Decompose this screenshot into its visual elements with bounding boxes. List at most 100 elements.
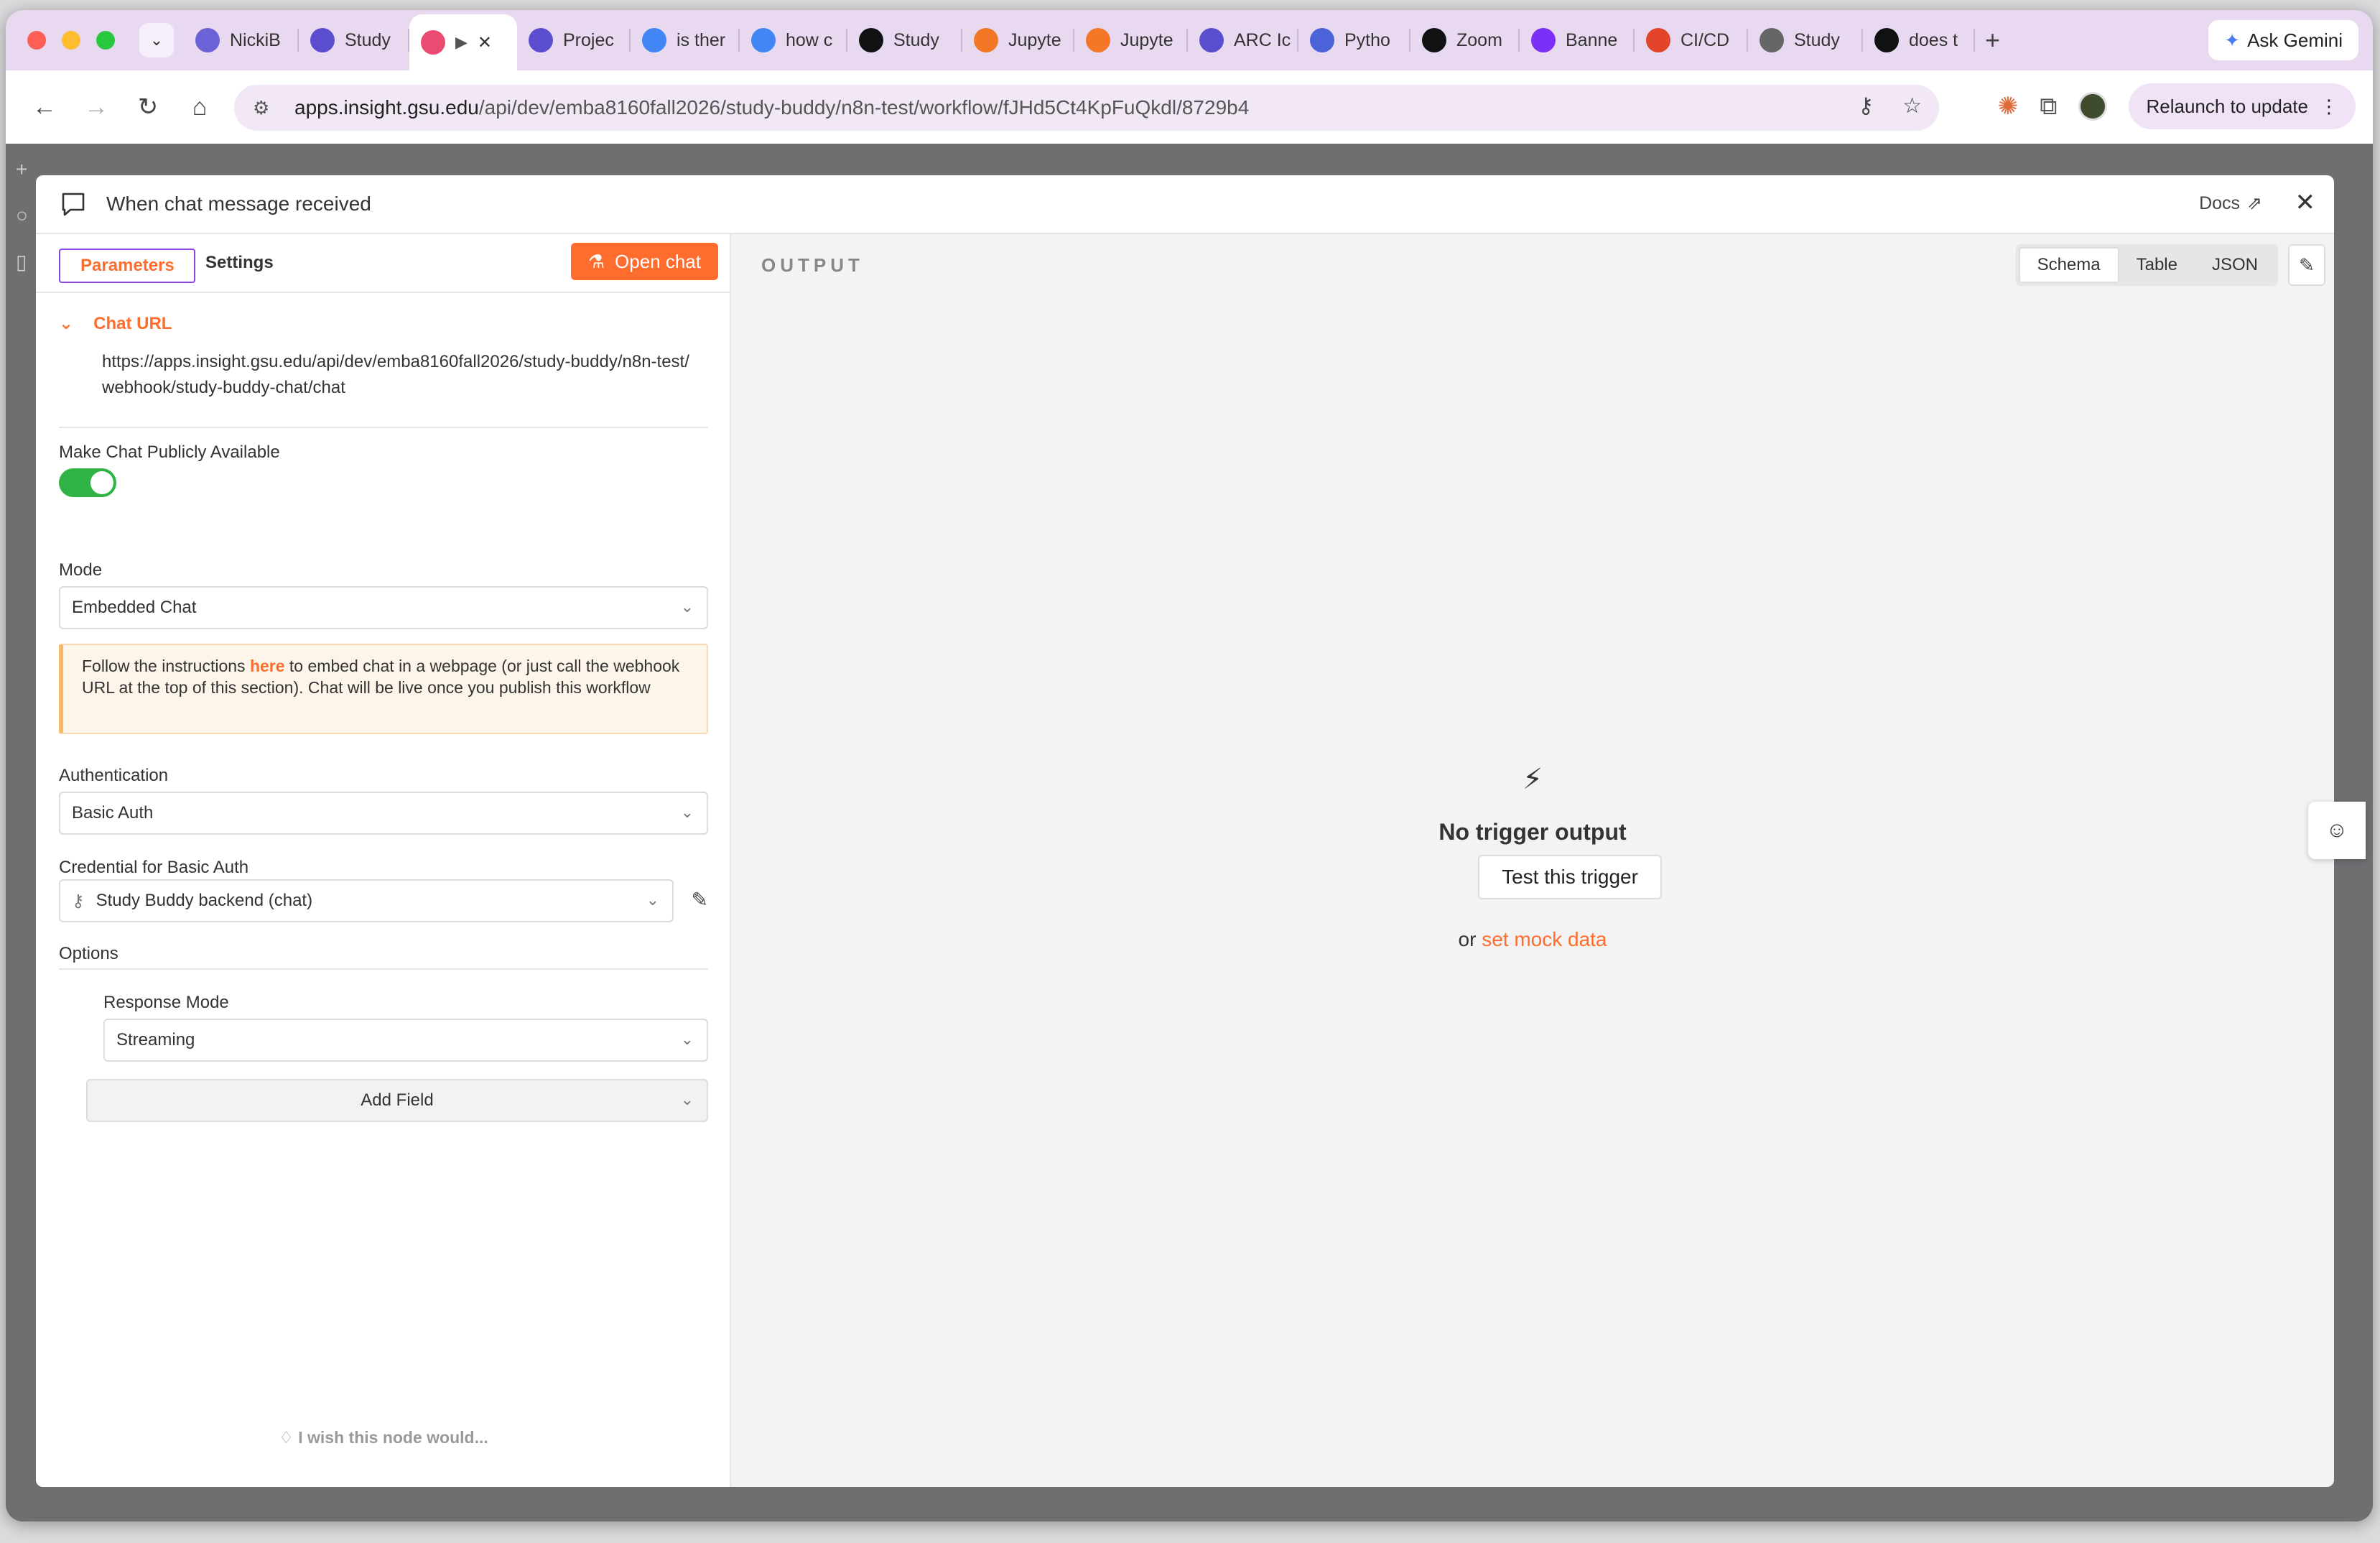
browser-tab[interactable]: Projec (517, 10, 631, 70)
wish-label: I wish this node would... (298, 1428, 488, 1447)
auth-select[interactable]: Basic Auth ⌄ (59, 792, 708, 835)
notice-box: Follow the instructions here to embed ch… (59, 644, 708, 734)
browser-toolbar: ← → ↻ ⌂ ⚙ apps.insight.gsu.edu/api/dev/e… (6, 70, 2373, 144)
browser-tab[interactable]: Jupyte (962, 10, 1074, 70)
extensions-puzzle-icon[interactable]: ⧉ (2040, 93, 2057, 121)
chat-url-value[interactable]: https://apps.insight.gsu.edu/api/dev/emb… (102, 349, 691, 401)
response-mode-wrap: Streaming ⌄ (103, 1019, 708, 1062)
mode-select[interactable]: Embedded Chat ⌄ (59, 586, 708, 629)
test-trigger-button[interactable]: Test this trigger (1478, 855, 1662, 899)
tab-search-button[interactable]: ⌄ (139, 23, 174, 57)
divider (59, 427, 708, 428)
close-window-button[interactable] (27, 31, 46, 50)
relaunch-button[interactable]: Relaunch to update ⋮ (2129, 83, 2356, 129)
browser-tab[interactable]: is ther (631, 10, 740, 70)
node-details-modal: When chat message received Docs ⇗ ✕ Para… (36, 175, 2334, 1487)
key-icon: ⚷ (72, 891, 85, 911)
minimize-window-button[interactable] (62, 31, 80, 50)
add-field-wrap: Add Field ⌄ (86, 1079, 735, 1122)
ask-gemini-label: Ask Gemini (2247, 29, 2343, 51)
divider (59, 968, 708, 970)
empty-title: No trigger output (1438, 819, 1627, 845)
browser-tab[interactable]: Banne (1520, 10, 1635, 70)
back-button[interactable]: ← (23, 85, 66, 129)
site-info-icon[interactable]: ⚙ (253, 97, 279, 119)
chevron-down-icon: ⌄ (59, 314, 74, 333)
chat-bubble-icon (62, 193, 85, 216)
view-table[interactable]: Table (2119, 247, 2195, 283)
view-json[interactable]: JSON (2195, 247, 2275, 283)
browser-tab[interactable]: Study (847, 10, 962, 70)
jupyter-favicon-icon (1086, 28, 1110, 52)
banner-favicon-icon (1531, 28, 1556, 52)
cred-value: Study Buddy backend (chat) (96, 891, 313, 910)
view-schema[interactable]: Schema (2018, 247, 2119, 283)
browser-tab[interactable]: ARC Ic (1188, 10, 1298, 70)
gsu-favicon-icon (310, 28, 335, 52)
set-mock-data-link[interactable]: set mock data (1482, 928, 1607, 950)
tab-bar: ⌄ NickiB Study ▶ ✕ Projec is ther how c Study Ju… (6, 10, 2373, 70)
bookmark-star-icon[interactable]: ☆ (1902, 93, 1922, 119)
tab-settings[interactable]: Settings (205, 253, 274, 273)
browser-tab[interactable]: NickiB (184, 10, 299, 70)
chevron-down-icon: ⌄ (680, 1030, 694, 1048)
forward-button[interactable]: → (75, 85, 118, 129)
chevron-down-icon: ⌄ (680, 803, 694, 821)
close-modal-button[interactable]: ✕ (2295, 188, 2316, 217)
credential-select[interactable]: ⚷ Study Buddy backend (chat) ⌄ (59, 879, 674, 922)
browser-tab[interactable]: Jupyte (1074, 10, 1188, 70)
address-bar[interactable]: ⚙ apps.insight.gsu.edu/api/dev/emba8160f… (234, 85, 1939, 131)
public-toggle[interactable] (59, 468, 116, 497)
feedback-link[interactable]: ♢ I wish this node would... (36, 1428, 731, 1447)
browser-tab[interactable]: ▶ ✕ (409, 14, 517, 70)
profile-avatar[interactable] (2078, 92, 2108, 121)
response-mode-value: Streaming (116, 1030, 195, 1049)
gsu-favicon-icon (1199, 28, 1224, 52)
embed-notice: Follow the instructions here to embed ch… (59, 644, 708, 734)
new-tab-button[interactable]: + (1985, 25, 2000, 55)
password-key-icon[interactable]: ⚷ (1858, 93, 1874, 119)
close-tab-icon[interactable]: ✕ (478, 32, 492, 53)
gemini-icon: ✦ (2224, 29, 2241, 51)
zoom-window-button[interactable] (96, 31, 115, 50)
more-menu-icon[interactable]: ⋮ (2320, 96, 2338, 118)
gsu-favicon-icon (529, 28, 553, 52)
browser-tab[interactable]: Zoom (1410, 10, 1520, 70)
open-chat-button[interactable]: ⚗ Open chat (570, 243, 718, 280)
open-chat-label: Open chat (615, 250, 701, 272)
globe-favicon-icon (1760, 28, 1784, 52)
tab-parameters[interactable]: Parameters (59, 249, 195, 283)
chat-url-section-toggle[interactable]: ⌄ Chat URL (59, 313, 708, 334)
browser-tab[interactable]: how c (740, 10, 847, 70)
tab-label: Banne (1566, 29, 1618, 50)
ask-assistant-icon[interactable]: ☺ (2308, 802, 2366, 859)
media-playing-icon: ▶ (455, 33, 468, 51)
n8n-favicon-icon (421, 30, 445, 55)
browser-tab[interactable]: Pytho (1298, 10, 1410, 70)
chevron-down-icon: ⌄ (646, 891, 659, 909)
edit-output-pencil-icon[interactable]: ✎ (2288, 244, 2325, 286)
mode-value: Embedded Chat (72, 598, 197, 617)
response-mode-label: Response Mode (103, 993, 229, 1012)
ask-gemini-button[interactable]: ✦ Ask Gemini (2208, 20, 2358, 60)
notice-here-link[interactable]: here (250, 657, 285, 675)
browser-tab[interactable]: Study (299, 10, 409, 70)
reload-button[interactable]: ↻ (126, 85, 169, 129)
tab-label: NickiB (230, 29, 281, 50)
home-button[interactable]: ⌂ (178, 85, 221, 129)
docs-label: Docs (2199, 193, 2241, 213)
auth-select-wrap: Basic Auth ⌄ (59, 792, 708, 835)
chatgpt-favicon-icon (1874, 28, 1899, 52)
tab-label: Study (893, 29, 939, 50)
extension-claude-icon[interactable]: ✺ (1998, 92, 2019, 121)
mode-label: Mode (59, 560, 103, 580)
edit-credential-pencil-icon[interactable]: ✎ (692, 888, 708, 912)
docs-link[interactable]: Docs ⇗ (2199, 193, 2262, 214)
external-link-icon: ⇗ (2247, 193, 2262, 213)
browser-tab[interactable]: Study (1748, 10, 1863, 70)
tab-label: is ther (677, 29, 726, 50)
add-field-button[interactable]: Add Field ⌄ (86, 1079, 708, 1122)
browser-tab[interactable]: CI/CD (1635, 10, 1748, 70)
response-mode-select[interactable]: Streaming ⌄ (103, 1019, 708, 1062)
browser-tab[interactable]: does t (1863, 10, 1975, 70)
